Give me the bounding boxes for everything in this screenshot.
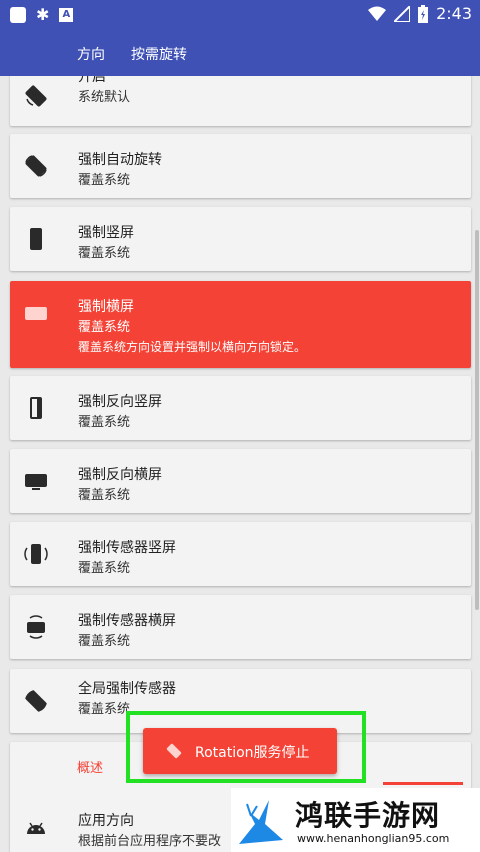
card-subtitle: 覆盖系统 — [78, 634, 131, 649]
card-force-sensor-landscape[interactable]: 强制传感器横屏 覆盖系统 — [10, 595, 471, 659]
watermark: 鸿联手游网 www.henanhonglian95.com — [231, 788, 480, 852]
card-subtitle: 覆盖系统 — [78, 173, 131, 188]
highlight-box — [126, 711, 366, 783]
card-title: 强制自动旋转 — [78, 152, 162, 168]
watermark-brand: 鸿联手游网 — [295, 799, 441, 832]
card-subtitle: 覆盖系统 — [78, 702, 131, 717]
auto-rotate-icon — [25, 155, 47, 177]
card-force-reverse-landscape[interactable]: 强制反向横屏 覆盖系统 — [10, 449, 471, 513]
scrollbar[interactable] — [475, 230, 479, 610]
card-force-auto-rotate[interactable]: 强制自动旋转 覆盖系统 — [10, 134, 471, 198]
a-notification-icon: A — [59, 7, 74, 22]
tab-rotate-on-demand[interactable]: 按需旋转 — [131, 44, 187, 64]
global-sensor-icon — [25, 690, 47, 712]
app-orientation-subtitle: 根据前台应用程序不要改 — [78, 834, 222, 849]
toolbar: 方向 按需旋转 — [0, 28, 480, 76]
card-title: 强制反向横屏 — [78, 467, 162, 483]
section-label-overview: 概述 — [77, 761, 104, 776]
landscape-icon — [25, 307, 47, 320]
app-orientation-title: 应用方向 — [78, 813, 134, 829]
sensor-landscape-icon — [27, 615, 45, 639]
wifi-icon — [368, 6, 387, 21]
android-icon — [27, 822, 45, 834]
rotate-default-icon — [25, 85, 47, 107]
card-subtitle: 系统默认 — [78, 90, 131, 105]
status-bar: ✱ A 2:43 — [0, 0, 480, 28]
reverse-landscape-icon — [25, 474, 47, 490]
signal-icon — [394, 5, 411, 22]
portrait-icon — [30, 228, 42, 250]
card-subtitle: 覆盖系统 — [78, 415, 131, 430]
card-title: 强制传感器竖屏 — [78, 540, 176, 556]
card-title: 强制反向竖屏 — [78, 394, 162, 410]
card-subtitle: 覆盖系统 — [78, 488, 131, 503]
card-subtitle: 覆盖系统 — [78, 561, 131, 576]
card-title: 强制竖屏 — [78, 225, 134, 241]
battery-icon — [418, 4, 429, 23]
section-divider — [383, 782, 463, 785]
card-title: 强制传感器横屏 — [78, 613, 176, 629]
card-title: 开启 — [78, 76, 106, 85]
notification-icon — [10, 6, 26, 23]
card-subtitle: 覆盖系统 — [78, 320, 131, 335]
card-force-reverse-portrait[interactable]: 强制反向竖屏 覆盖系统 — [10, 376, 471, 440]
card-force-sensor-portrait[interactable]: 强制传感器竖屏 覆盖系统 — [10, 522, 471, 586]
card-title: 全局强制传感器 — [78, 681, 176, 697]
sensor-portrait-icon — [24, 544, 48, 564]
card-force-landscape[interactable]: 强制横屏 覆盖系统 覆盖系统方向设置并强制以横向方向锁定。 — [10, 281, 471, 368]
reverse-portrait-icon — [30, 397, 42, 419]
card-title: 强制横屏 — [78, 299, 134, 315]
status-time: 2:43 — [436, 4, 472, 23]
card-default[interactable]: 开启 系统默认 — [10, 76, 471, 126]
deer-logo-icon — [239, 800, 283, 844]
bug-icon: ✱ — [36, 5, 50, 24]
card-description: 覆盖系统方向设置并强制以横向方向锁定。 — [78, 340, 307, 354]
card-subtitle: 覆盖系统 — [78, 246, 131, 261]
tab-orientation[interactable]: 方向 — [77, 44, 105, 64]
card-force-portrait[interactable]: 强制竖屏 覆盖系统 — [10, 207, 471, 271]
watermark-url: www.henanhonglian95.com — [297, 832, 450, 845]
